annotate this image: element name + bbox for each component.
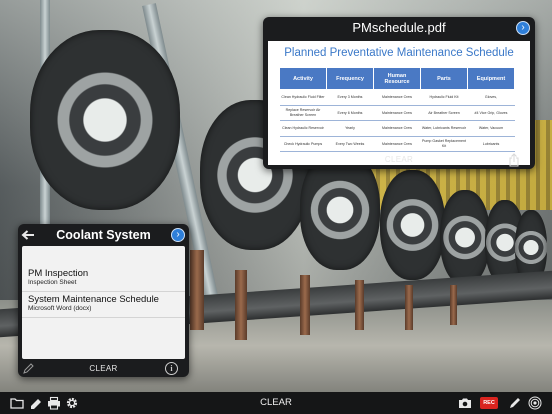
list-item-title: PM Inspection <box>28 268 89 279</box>
record-button[interactable]: REC <box>480 397 498 409</box>
table-cell: Maintenance Crew <box>373 136 421 152</box>
table-cell: Lubricants <box>467 136 515 152</box>
pdf-clear-button[interactable]: CLEAR <box>263 155 535 164</box>
column-header: Frequency <box>326 67 374 90</box>
coolant-clear-button[interactable]: CLEAR <box>18 364 189 373</box>
pdf-panel-title: PMschedule.pdf <box>352 20 446 35</box>
pdf-preview-panel: PMschedule.pdf › Planned Preventative Ma… <box>263 17 535 169</box>
table-cell: Clean Hydraulic Fluid Filter <box>279 89 327 106</box>
table-cell: Pump Gasket Replacement Kit <box>420 136 468 152</box>
maintenance-schedule-table: Activity Frequency Human Resource Parts … <box>279 67 515 152</box>
list-item[interactable]: System Maintenance Schedule Microsoft Wo… <box>22 292 185 318</box>
document-heading: Planned Preventative Maintenance Schedul… <box>284 47 514 59</box>
table-cell: Every Two Weeks <box>326 136 374 152</box>
table-cell: Maintenance Crew <box>373 120 421 137</box>
table-row: Replace Reservoir Air Breather Screen Ev… <box>279 105 515 121</box>
table-cell: Maintenance Crew <box>373 105 421 121</box>
table-cell: Check Hydraulic Pumps <box>279 136 327 152</box>
table-cell: Yearly <box>326 120 374 137</box>
coolant-system-panel: Coolant System › PM Inspection Inspectio… <box>18 224 189 377</box>
target-icon[interactable] <box>528 396 542 410</box>
column-header: Activity <box>279 67 327 90</box>
bottom-toolbar: CLEAR REC <box>0 392 552 414</box>
info-icon[interactable]: i <box>165 362 178 375</box>
list-item-subtitle: Inspection Sheet <box>28 279 77 286</box>
coolant-document-list: PM Inspection Inspection Sheet System Ma… <box>22 246 185 359</box>
table-cell: Gloves, <box>467 89 515 106</box>
coolant-panel-title: Coolant System <box>56 228 151 242</box>
column-header: Human Resource <box>373 67 421 90</box>
share-icon[interactable] <box>508 153 520 167</box>
list-item-subtitle: Microsoft Word (docx) <box>28 305 92 312</box>
pdf-info-chevron-button[interactable]: › <box>516 21 530 35</box>
coolant-panel-footer: CLEAR i <box>18 361 189 377</box>
table-row: Clean Hydraulic Reservoir Yearly Mainten… <box>279 120 515 137</box>
list-item-title: System Maintenance Schedule <box>28 294 159 305</box>
table-cell: Replace Reservoir Air Breather Screen <box>279 105 327 121</box>
table-cell: Clean Hydraulic Reservoir <box>279 120 327 137</box>
pdf-page-preview[interactable]: Planned Preventative Maintenance Schedul… <box>268 41 530 165</box>
table-cell: Every 3 Months <box>326 89 374 106</box>
column-header: Parts <box>420 67 468 90</box>
pdf-panel-footer: CLEAR <box>263 152 535 168</box>
list-item[interactable]: PM Inspection Inspection Sheet <box>22 266 185 292</box>
coolant-panel-header: Coolant System › <box>18 224 189 246</box>
table-cell: Every 6 Months <box>326 105 374 121</box>
table-row: Clean Hydraulic Fluid Filter Every 3 Mon… <box>279 89 515 106</box>
table-cell: Air Breather Screen <box>420 105 468 121</box>
coolant-info-chevron-button[interactable]: › <box>171 228 185 242</box>
table-cell: Water, Lubricants Reservoir <box>420 120 468 137</box>
table-cell: Maintenance Crew <box>373 89 421 106</box>
pen-icon[interactable] <box>508 396 522 410</box>
table-cell: Hydraulic Fluid Kit <box>420 89 468 106</box>
table-cell: Water, Vacuum <box>467 120 515 137</box>
table-header-row: Activity Frequency Human Resource Parts … <box>279 67 515 90</box>
table-row: Check Hydraulic Pumps Every Two Weeks Ma… <box>279 136 515 152</box>
table-cell: #4 Vice Grip, Gloves <box>467 105 515 121</box>
column-header: Equipment <box>467 67 515 90</box>
camera-icon[interactable] <box>458 396 472 410</box>
